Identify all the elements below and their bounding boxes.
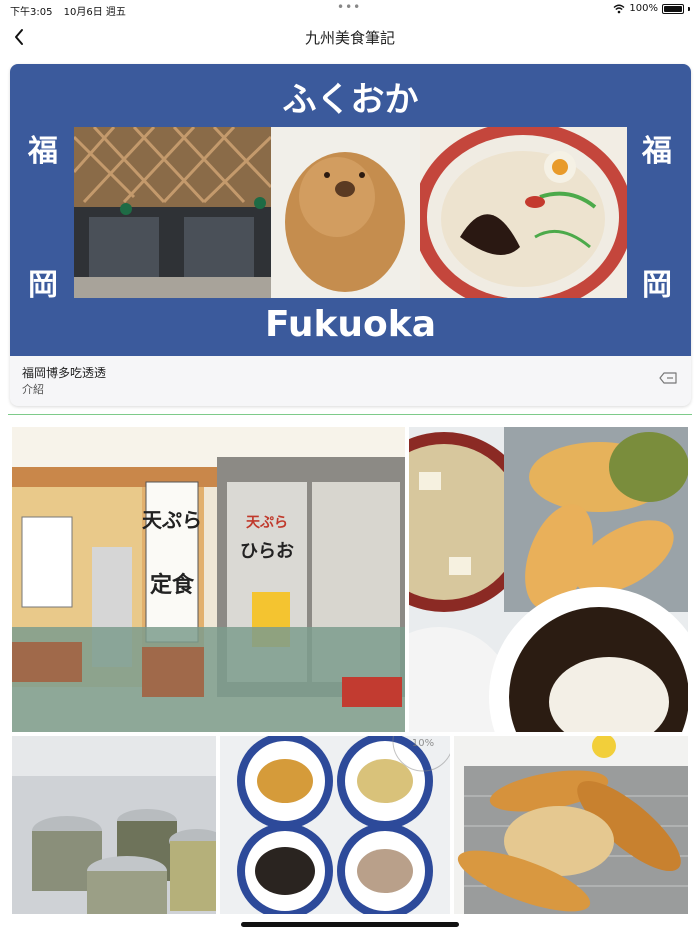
- ramen-photo: [420, 127, 627, 298]
- storefront-photo: [74, 127, 271, 298]
- banner-image: ふくおか 福 岡 福 岡 Fukuoka: [10, 64, 691, 356]
- banner-romaji: Fukuoka: [265, 304, 436, 345]
- tempura-sign-line-2: 定食: [150, 572, 195, 598]
- card-title: 福岡博多吃透透: [22, 366, 107, 380]
- battery-percent: 100%: [629, 3, 658, 14]
- pickle-jars-photo: [12, 736, 216, 914]
- card-subtitle: 介紹: [22, 383, 44, 396]
- tempura-shop-name-line-1: 天ぷら: [246, 515, 288, 531]
- banner-right-char-1: 福: [642, 134, 672, 169]
- tempura-shop-photo: 天ぷら 定食 天ぷら ひらお: [12, 427, 405, 732]
- banner-left-char-2: 岡: [28, 268, 58, 303]
- side-dishes-photo: 10%: [220, 736, 450, 914]
- status-right: 100%: [613, 3, 690, 14]
- fried-shrimp-photo: [454, 736, 688, 914]
- section-divider: [8, 414, 692, 415]
- wifi-icon: [613, 4, 625, 13]
- article-card[interactable]: ふくおか 福 岡 福 岡 Fukuoka 福岡博多吃透透 介紹: [10, 64, 691, 406]
- status-date: 10月6日 週五: [63, 7, 126, 18]
- tempura-sign-line-1: 天ぷら: [142, 508, 202, 532]
- multitask-dots-icon[interactable]: •••: [337, 0, 361, 14]
- tempura-shop-name-line-2: ひらお: [240, 541, 294, 562]
- page-title: 九州美食筆記: [304, 29, 395, 47]
- banner-right-char-2: 岡: [642, 268, 672, 303]
- tempura-set-photo: [409, 427, 688, 732]
- home-indicator[interactable]: [241, 922, 459, 927]
- banner-left-char-1: 福: [28, 134, 58, 169]
- card-footer: 福岡博多吃透透 介紹: [10, 356, 691, 406]
- status-left: 下午3:05 10月6日 週五: [10, 3, 134, 18]
- bun-photo: [271, 127, 420, 298]
- status-time: 下午3:05: [10, 7, 53, 18]
- banner-hiragana: ふくおか: [282, 80, 419, 120]
- status-bar: 下午3:05 10月6日 週五 ••• 100%: [0, 0, 700, 18]
- tag-icon[interactable]: [659, 372, 677, 384]
- navigation-bar: 九州美食筆記: [0, 18, 700, 56]
- battery-icon: [662, 3, 684, 14]
- watermark-text: 10%: [412, 738, 434, 749]
- food-photo-collage[interactable]: 天ぷら 定食 天ぷら ひらお 10%: [12, 427, 688, 914]
- battery-tip: [688, 6, 690, 11]
